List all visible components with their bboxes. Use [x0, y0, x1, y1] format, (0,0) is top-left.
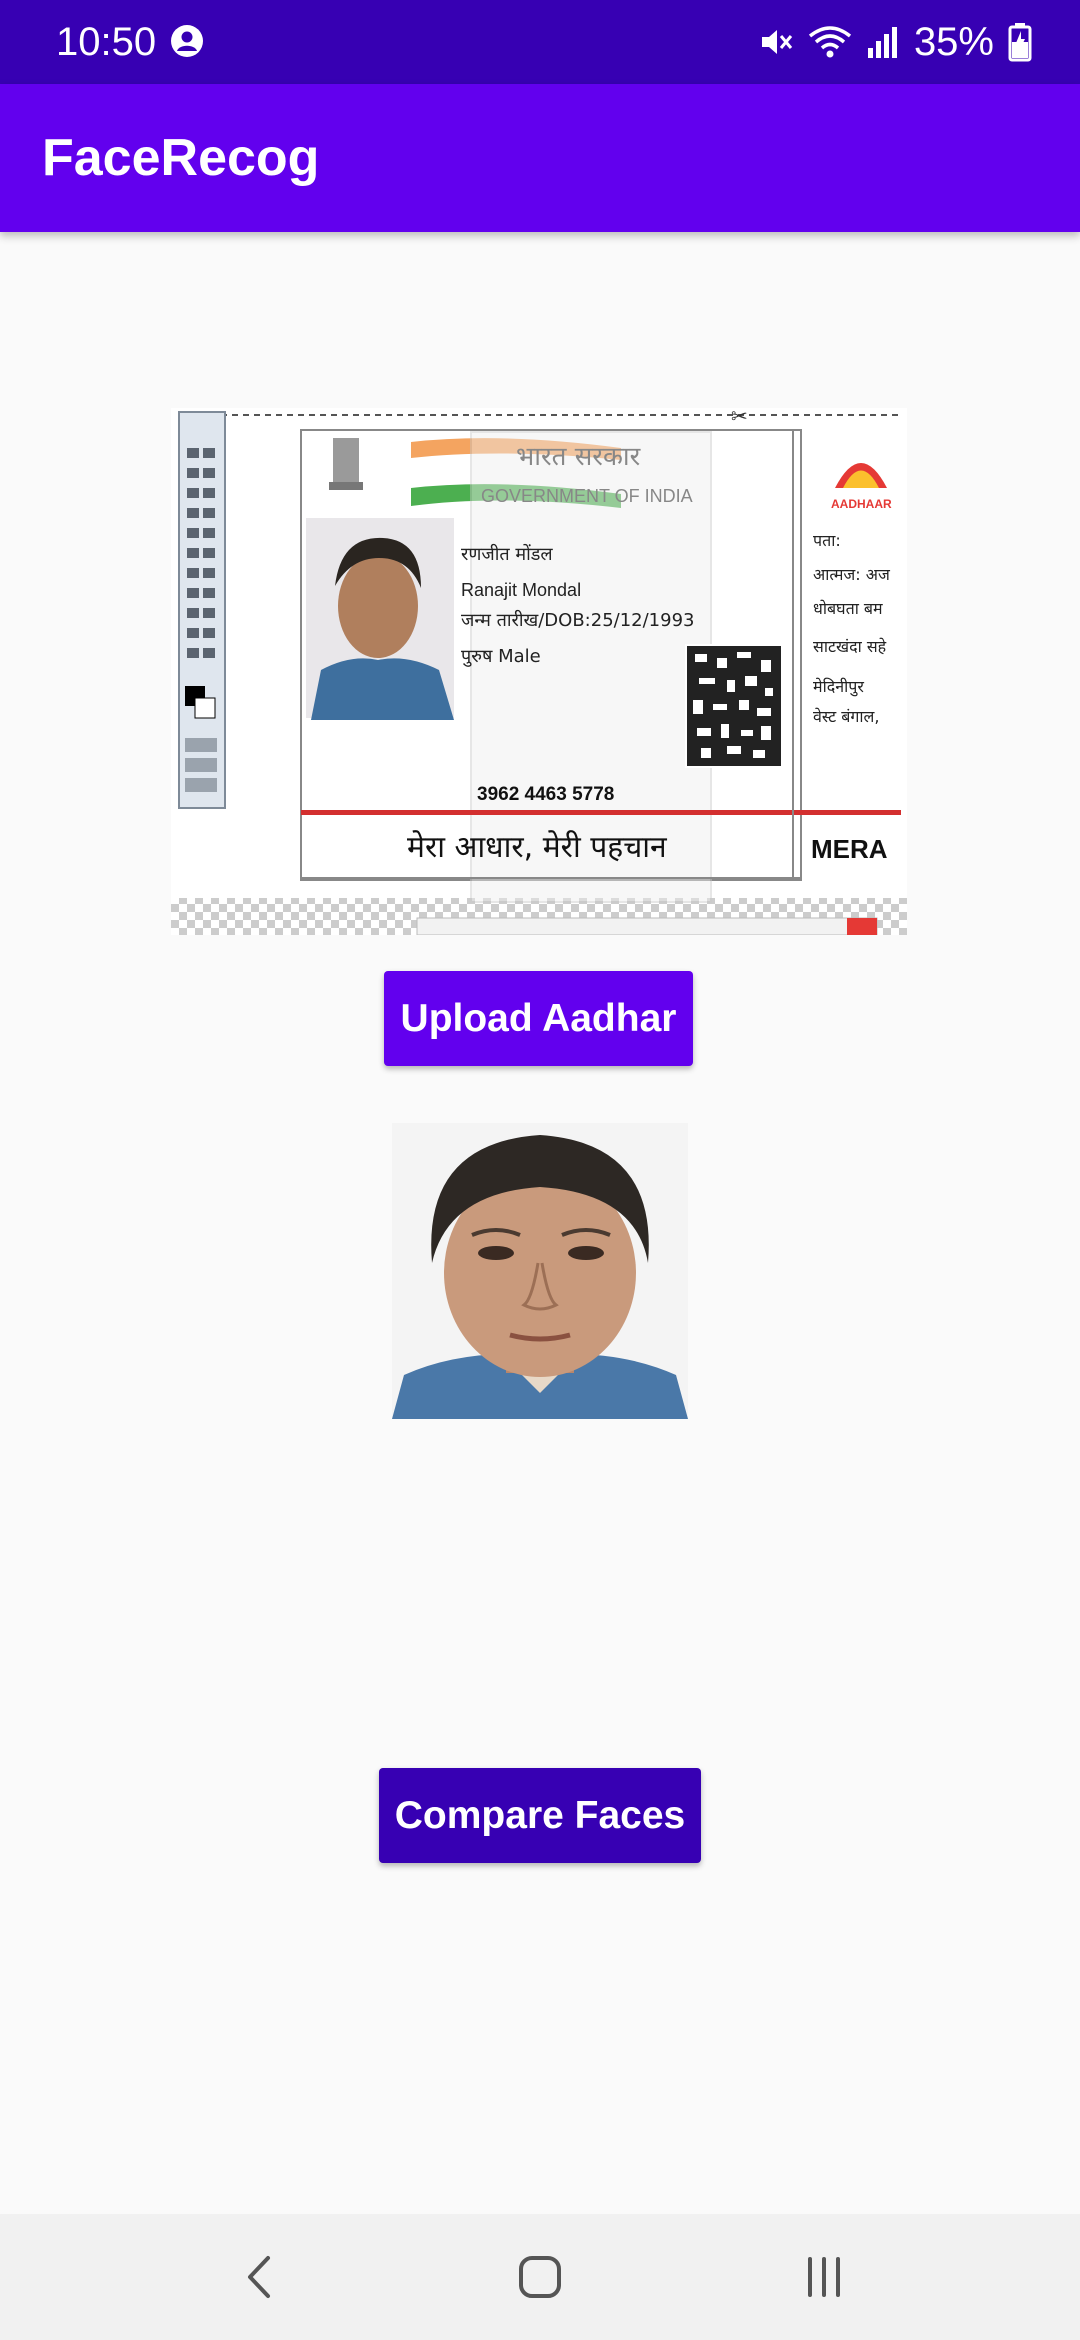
- emblem-icon: [329, 438, 363, 490]
- back-icon: [248, 2256, 270, 2298]
- navigation-bar: [0, 2214, 1080, 2340]
- svg-text:मेदिनीपुर: मेदिनीपुर: [813, 677, 864, 697]
- battery-percent: 35%: [913, 19, 994, 64]
- svg-text:3962 4463 5778: 3962 4463 5778: [477, 784, 614, 805]
- svg-text:रणजीत मोंडल: रणजीत मोंडल: [461, 543, 553, 565]
- recents-icon: [808, 2257, 840, 2297]
- account-icon: [171, 25, 203, 57]
- signal-icon: [867, 27, 897, 58]
- upload-aadhar-button[interactable]: Upload Aadhar: [384, 971, 693, 1066]
- svg-text:पुरुष Male: पुरुष Male: [461, 646, 541, 667]
- svg-text:आत्मज: अज: आत्मज: अज: [813, 565, 891, 584]
- app-title: FaceRecog: [42, 129, 320, 187]
- aadhar-card-illustration: ✂ भारत सरकार GOVERNMENT OF INDIA रणजीत म…: [171, 408, 907, 935]
- svg-text:MERA: MERA: [811, 834, 888, 864]
- home-icon: [519, 2256, 561, 2298]
- svg-text:मेरा आधार, मेरी पहचान: मेरा आधार, मेरी पहचान: [407, 830, 668, 865]
- app-bar: FaceRecog: [0, 84, 1080, 232]
- svg-text:वेस्ट बंगाल,: वेस्ट बंगाल,: [813, 707, 880, 726]
- status-bar: 10:50 35%: [0, 0, 1080, 84]
- nav-recents-button[interactable]: [764, 2234, 884, 2320]
- aadhar-image: ✂ भारत सरकार GOVERNMENT OF INDIA रणजीत म…: [171, 408, 907, 935]
- svg-text:AADHAAR: AADHAAR: [831, 497, 892, 511]
- svg-text:साटखंदा सहे: साटखंदा सहे: [813, 637, 887, 656]
- card-photo: [306, 518, 454, 720]
- svg-text:पता:: पता:: [813, 531, 841, 550]
- wifi-icon: [808, 26, 852, 58]
- face-image: [392, 1123, 688, 1419]
- compare-faces-button[interactable]: Compare Faces: [379, 1768, 701, 1863]
- svg-text:✂: ✂: [731, 408, 748, 428]
- nav-back-button[interactable]: [200, 2234, 320, 2320]
- status-icons: 35%: [758, 16, 1032, 68]
- nav-home-button[interactable]: [480, 2234, 600, 2320]
- status-time: 10:50: [56, 20, 157, 64]
- battery-charging-icon: [1008, 23, 1032, 62]
- mute-icon: [761, 30, 793, 54]
- face-crop-illustration: [392, 1123, 688, 1419]
- svg-text:Ranajit Mondal: Ranajit Mondal: [461, 580, 581, 600]
- svg-text:धोबघता बम: धोबघता बम: [813, 599, 883, 618]
- svg-text:जन्म तारीख/DOB:25/12/1993: जन्म तारीख/DOB:25/12/1993: [461, 609, 695, 631]
- qr-code: [685, 644, 783, 768]
